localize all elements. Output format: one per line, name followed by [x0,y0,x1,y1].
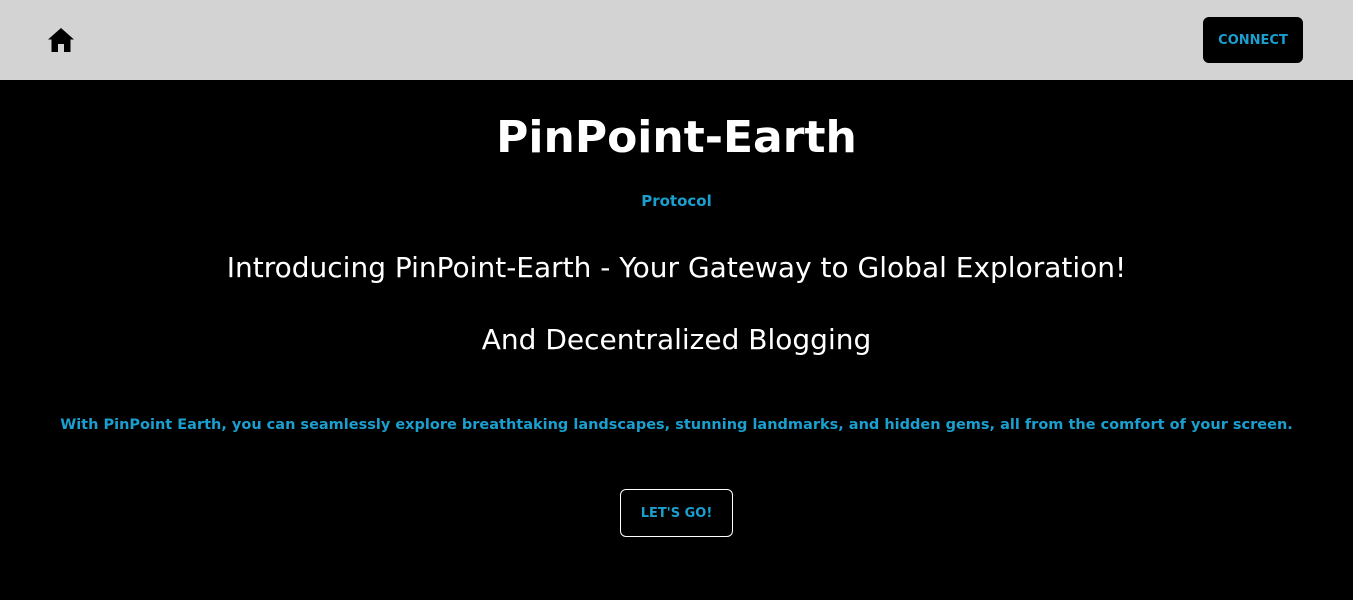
page-title: PinPoint-Earth [496,112,857,163]
page-subtitle: Protocol [641,192,712,210]
top-navbar: CONNECT [0,0,1353,80]
connect-button[interactable]: CONNECT [1203,17,1303,63]
home-icon [48,28,74,52]
hero-headline: Introducing PinPoint-Earth - Your Gatewa… [226,251,1127,284]
hero-headline-secondary: And Decentralized Blogging [481,323,872,356]
lets-go-button[interactable]: LET'S GO! [620,489,733,537]
cta-container: LET'S GO! [0,489,1353,537]
home-button[interactable] [44,24,78,56]
hero-section: PinPoint-Earth Protocol Introducing PinP… [0,80,1353,600]
hero-description: With PinPoint Earth, you can seamlessly … [60,417,1293,433]
